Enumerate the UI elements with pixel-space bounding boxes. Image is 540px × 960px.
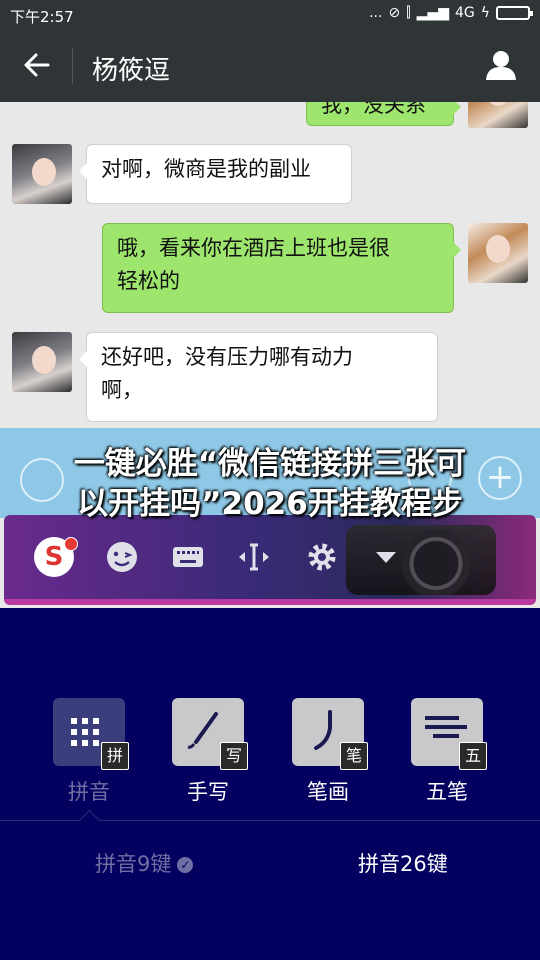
notification-dots: ... bbox=[369, 5, 383, 21]
overlay-title: 一键必胜“微信链接拼三张可 以开挂吗”2026开挂教程步 bbox=[73, 446, 467, 522]
mode-label-handwriting: 手写 bbox=[187, 780, 229, 804]
message-bubble-incoming[interactable]: 还好吧，没有压力哪有动力 啊， bbox=[79, 332, 438, 422]
contact-avatar[interactable] bbox=[12, 144, 72, 204]
chat-header: 杨筱逗 bbox=[0, 30, 540, 102]
charging-icon: ϟ bbox=[480, 5, 490, 21]
mute-icon: ⊘ bbox=[388, 5, 401, 21]
back-arrow-icon[interactable] bbox=[20, 48, 54, 82]
mode-pinyin-button[interactable]: 拼 bbox=[53, 698, 129, 770]
check-icon: ✓ bbox=[177, 857, 194, 873]
contact-name: 杨筱逗 bbox=[92, 56, 171, 86]
collapse-chevron-down-icon[interactable] bbox=[368, 539, 404, 575]
toolbar-accent-line bbox=[4, 599, 536, 605]
mode-badge: 拼 bbox=[101, 742, 129, 770]
wubi-keyboard-icon bbox=[425, 716, 467, 743]
notification-dot bbox=[64, 537, 78, 551]
mode-stroke-button[interactable]: 笔 bbox=[292, 698, 368, 770]
ime-toolbar: S bbox=[4, 515, 536, 605]
status-icons: ... ⊘ ⫿ ▂▄▆ 4G ϟ bbox=[369, 5, 533, 21]
profile-icon[interactable] bbox=[484, 48, 518, 82]
mode-label-wubi: 五笔 bbox=[426, 780, 468, 804]
status-bar: 下午2:57 ... ⊘ ⫿ ▂▄▆ 4G ϟ bbox=[0, 0, 540, 30]
mode-badge: 五 bbox=[459, 742, 487, 770]
input-mode-panel: 拼 拼音 写 手写 笔 笔画 五 五笔 拼音9键 ✓ 拼音26键 bbox=[0, 608, 540, 960]
cursor-move-icon[interactable] bbox=[236, 539, 272, 575]
header-divider bbox=[72, 48, 73, 84]
self-avatar[interactable] bbox=[468, 102, 528, 128]
network-type: 4G bbox=[454, 5, 475, 21]
grid-dots-icon bbox=[71, 718, 99, 746]
message-bubble-outgoing[interactable]: 哦，看来你在酒店上班也是很 轻松的 bbox=[102, 223, 461, 313]
keyboard-icon[interactable] bbox=[170, 539, 206, 575]
contact-avatar[interactable] bbox=[12, 332, 72, 392]
vibrate-icon: ⫿ bbox=[406, 5, 411, 21]
mode-badge: 笔 bbox=[340, 742, 368, 770]
mode-label-stroke: 笔画 bbox=[307, 780, 349, 804]
selection-pointer bbox=[78, 809, 101, 832]
signal-icon: ▂▄▆ bbox=[416, 5, 449, 21]
mode-badge: 写 bbox=[220, 742, 248, 770]
message-bubble-incoming[interactable]: 对啊，微商是我的副业 bbox=[79, 144, 352, 204]
mode-handwriting-button[interactable]: 写 bbox=[172, 698, 248, 770]
layout-option-pinyin9[interactable]: 拼音9键 ✓ bbox=[95, 848, 194, 878]
mode-wubi-button[interactable]: 五 bbox=[411, 698, 487, 770]
status-time: 下午2:57 bbox=[10, 8, 74, 26]
mode-label-pinyin: 拼音 bbox=[68, 780, 110, 804]
self-avatar[interactable] bbox=[468, 223, 528, 283]
settings-gear-icon[interactable] bbox=[304, 539, 340, 575]
message-bubble-partial[interactable]: 我，没关系 bbox=[306, 102, 461, 126]
layout-option-pinyin26[interactable]: 拼音26键 bbox=[358, 848, 448, 878]
chat-area[interactable]: 我，没关系 对啊，微商是我的副业 哦，看来你在酒店上班也是很 轻松的 还好吧，没… bbox=[0, 102, 540, 428]
battery-icon bbox=[496, 6, 533, 20]
emoji-face-icon[interactable] bbox=[104, 539, 140, 575]
